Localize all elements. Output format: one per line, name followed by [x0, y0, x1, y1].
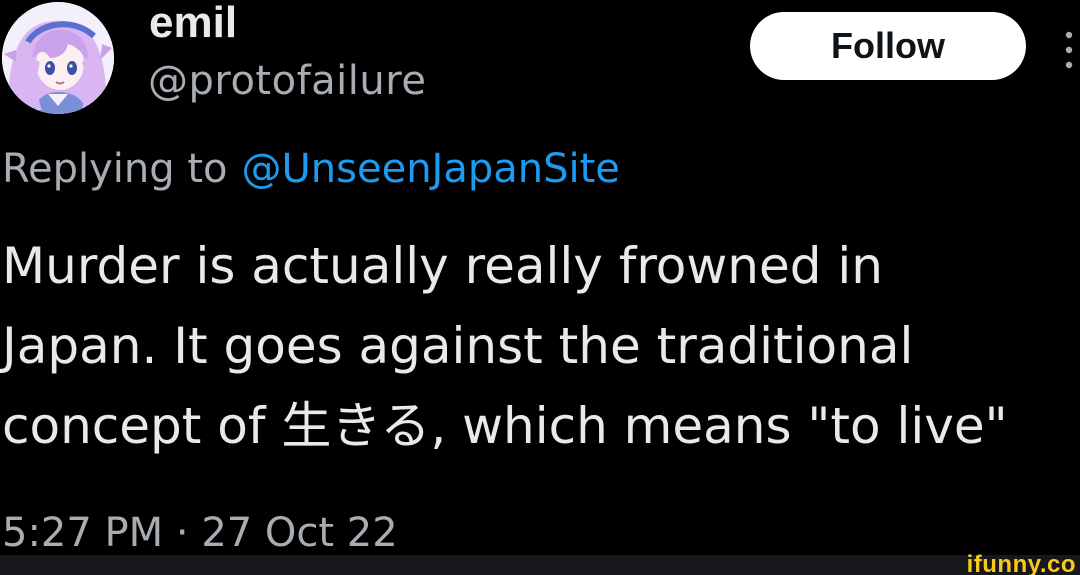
replying-to-handle-link[interactable]: @UnseenJapanSite	[242, 146, 620, 192]
display-name[interactable]: emil	[149, 0, 237, 48]
tweet-text-line: Japan. It goes against the traditional	[2, 317, 914, 375]
more-options-icon[interactable]	[1062, 30, 1076, 70]
tweet-screenshot: emil @protofailure Follow Replying to @Un…	[0, 0, 1080, 575]
tweet-text-line: Murder is actually really frowned in	[2, 237, 883, 295]
avatar-image	[2, 2, 114, 114]
tweet-text: Murder is actually really frowned in Jap…	[2, 226, 1080, 466]
avatar[interactable]	[2, 2, 114, 114]
tweet-timestamp[interactable]: 5:27 PM · 27 Oct 22	[2, 510, 398, 556]
ifunny-watermark: ifunny.co	[966, 551, 1076, 575]
follow-button[interactable]: Follow	[750, 12, 1026, 80]
tweet-text-line: concept of 生きる, which means "to live"	[2, 397, 1008, 455]
replying-to-label: Replying to	[2, 146, 228, 192]
user-handle[interactable]: @protofailure	[148, 58, 426, 104]
replying-to: Replying to @UnseenJapanSite	[2, 146, 620, 192]
watermark-bar	[0, 555, 1080, 575]
